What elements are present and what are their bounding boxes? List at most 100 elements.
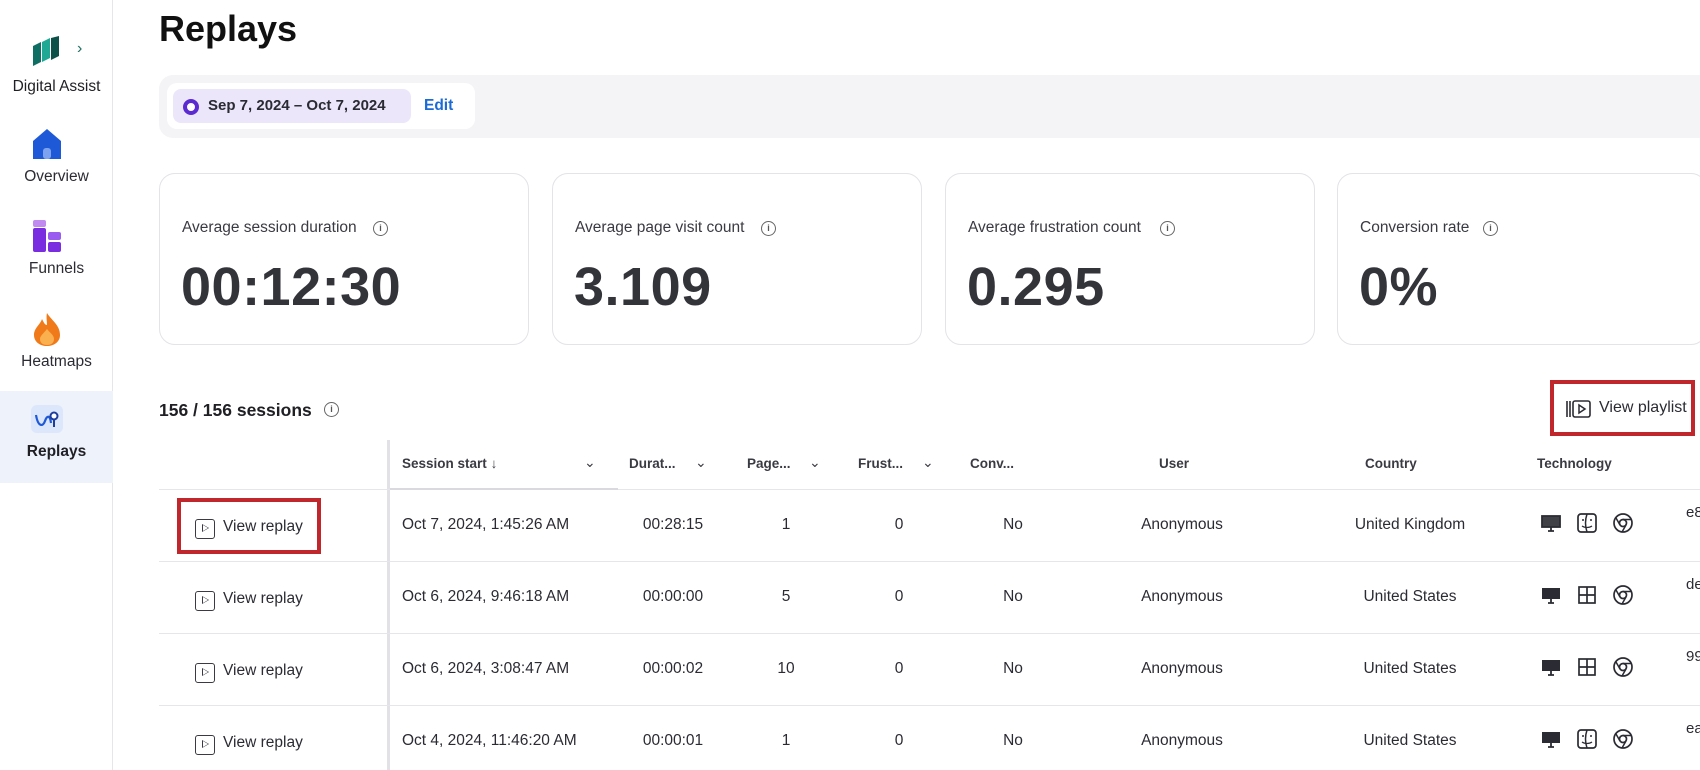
sidebar-item-label: Replays [26,443,87,460]
column-header-country[interactable]: Country [1365,456,1417,471]
home-icon [33,129,61,159]
edit-date-range-link[interactable]: Edit [424,97,453,115]
desktop-icon [1542,588,1560,604]
date-range-chip[interactable]: Sep 7, 2024 – Oct 7, 2024 [173,89,411,123]
cell-duration: 00:00:00 [642,588,704,605]
replay-path-icon [31,405,63,433]
cell-country: United States [1363,660,1457,677]
view-replay-label: View replay [223,734,303,751]
column-header-session-start[interactable]: Session start ↓ [402,456,497,471]
chevron-down-icon[interactable]: ⌄ [809,454,821,471]
finder-icon [1577,513,1597,533]
cell-duration: 00:28:15 [642,516,704,533]
info-icon[interactable]: i [1483,221,1498,236]
page-title: Replays [159,8,298,49]
view-replay-label: View replay [223,518,303,535]
table-row[interactable]: View replay Oct 7, 2024, 1:45:26 AM 00:2… [159,490,1700,562]
column-header-user[interactable]: User [1159,456,1189,471]
cell-pages: 1 [781,732,791,749]
metric-value: 00:12:30 [181,257,402,317]
sidebar-item-funnels[interactable]: Funnels [0,208,113,300]
windows-icon [1578,658,1596,676]
column-header-conversion[interactable]: Conv... [970,456,1014,471]
cell-user: Anonymous [1141,660,1223,677]
column-header-frustration[interactable]: Frust... [858,456,903,471]
desktop-icon [1541,515,1561,532]
chrome-icon [1613,585,1633,605]
cell-frustration: 0 [894,732,904,749]
chevron-down-icon[interactable]: ⌄ [695,454,707,471]
chrome-icon [1613,657,1633,677]
table-row[interactable]: View replay Oct 6, 2024, 9:46:18 AM 00:0… [159,562,1700,634]
cell-conversion: No [1003,732,1023,749]
metric-value: 0% [1359,257,1439,317]
cell-session-start: Oct 7, 2024, 1:45:26 AM [402,516,570,533]
view-playlist-label: View playlist [1599,399,1687,416]
table-row[interactable]: View replay Oct 4, 2024, 11:46:20 AM 00:… [159,706,1700,770]
metric-card-session-duration: Average session duration i 00:12:30 [159,173,529,345]
metric-card-conversion-rate: Conversion rate i 0% [1337,173,1700,345]
sidebar-item-overview[interactable]: Overview [0,116,113,208]
funnel-grid-icon [33,220,61,252]
table-row[interactable]: View replay Oct 6, 2024, 3:08:47 AM 00:0… [159,634,1700,706]
cell-duration: 00:00:01 [642,732,704,749]
metric-card-frustration-count: Average frustration count i 0.295 [945,173,1315,345]
view-replay-label: View replay [223,662,303,679]
cell-duration: 00:00:02 [642,660,704,677]
info-icon[interactable]: i [761,221,776,236]
sidebar-item-replays[interactable]: Replays [0,391,113,483]
cell-conversion: No [1003,660,1023,677]
metric-label: Conversion rate [1360,219,1470,236]
info-icon[interactable]: i [1160,221,1175,236]
cell-pages: 5 [781,588,791,605]
cell-session-start: Oct 6, 2024, 3:08:47 AM [402,660,570,677]
date-range-text: Sep 7, 2024 – Oct 7, 2024 [208,97,386,114]
view-replay-button[interactable]: View replay [177,714,321,770]
cell-pages: 10 [777,660,795,677]
chevron-down-icon[interactable]: ⌄ [922,454,934,471]
view-replay-button[interactable]: View replay [177,498,321,554]
cell-truncated-id: 99 [1686,648,1700,665]
cell-frustration: 0 [894,660,904,677]
view-playlist-button[interactable]: View playlist [1550,380,1695,436]
flame-icon [34,313,60,346]
metric-label: Average frustration count [968,219,1141,236]
cell-truncated-id: ea [1686,720,1700,737]
info-icon[interactable]: i [324,402,339,417]
cell-session-start: Oct 6, 2024, 9:46:18 AM [402,588,570,605]
cell-frustration: 0 [894,588,904,605]
view-replay-button[interactable]: View replay [177,570,321,626]
view-replay-button[interactable]: View replay [177,642,321,698]
cell-user: Anonymous [1141,732,1223,749]
column-header-duration[interactable]: Durat... [629,456,676,471]
metric-card-page-visit-count: Average page visit count i 3.109 [552,173,922,345]
cell-truncated-id: e8 [1686,504,1700,521]
desktop-icon [1542,732,1560,748]
brand-label: Digital Assist [12,78,101,95]
cell-session-start: Oct 4, 2024, 11:46:20 AM [402,732,577,749]
play-icon [195,519,215,539]
desktop-icon [1542,660,1560,676]
table-header: Session start ↓ ⌄ Durat... ⌄ Page... ⌄ F… [159,440,1700,490]
date-range-radio-icon [183,99,199,115]
chevron-right-icon[interactable]: › [77,40,82,58]
column-header-pages[interactable]: Page... [747,456,791,471]
column-header-technology[interactable]: Technology [1537,456,1612,471]
metric-label: Average session duration [182,219,357,236]
metric-value: 0.295 [967,257,1105,317]
metric-label: Average page visit count [575,219,745,236]
windows-icon [1578,586,1596,604]
sidebar-item-heatmaps[interactable]: Heatmaps [0,301,113,393]
cell-conversion: No [1003,588,1023,605]
digital-assist-logo-icon [33,36,59,66]
cell-frustration: 0 [894,516,904,533]
sidebar-item-label: Heatmaps [21,353,92,370]
cell-user: Anonymous [1141,516,1223,533]
chevron-down-icon[interactable]: ⌄ [584,454,596,471]
cell-country: United Kingdom [1354,516,1466,533]
metric-value: 3.109 [574,257,712,317]
sidebar: › Digital Assist Overview Funnels Heatma… [0,0,113,770]
filter-container: Sep 7, 2024 – Oct 7, 2024 Edit [167,83,475,129]
view-replay-label: View replay [223,590,303,607]
info-icon[interactable]: i [373,221,388,236]
